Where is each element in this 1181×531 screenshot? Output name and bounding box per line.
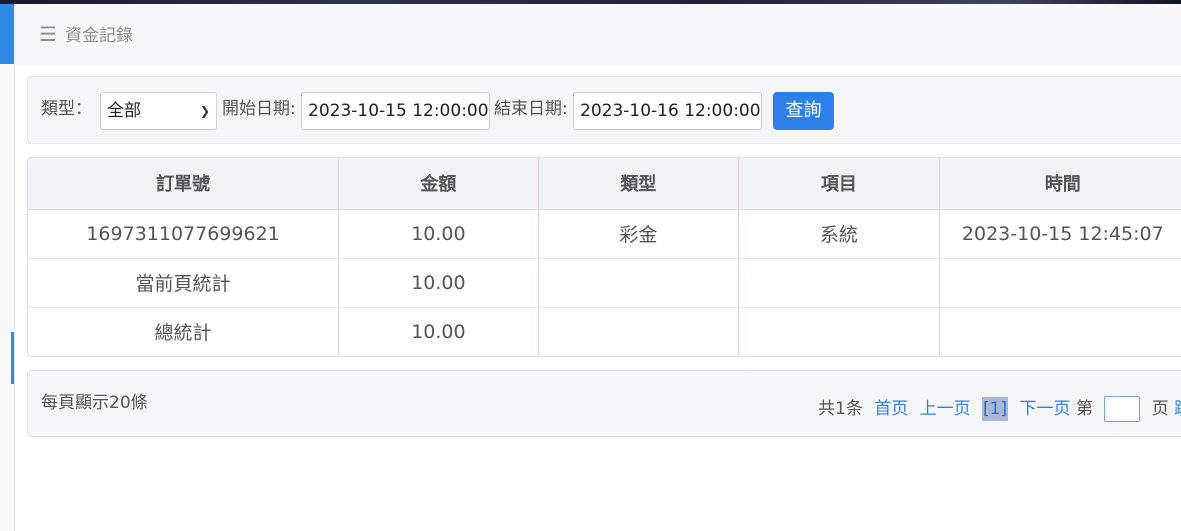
- chevron-down-icon: ❯: [199, 104, 210, 118]
- sidebar-accent-top: [0, 4, 14, 64]
- per-page-text: 每頁顯示20條: [41, 393, 148, 413]
- goto-suffix: 页: [1151, 399, 1169, 419]
- records-table-grid: 訂單號 金額 類型 項目 時間 1697311077699621 10.00 彩…: [28, 158, 1181, 356]
- filter-panel: 類型： 全部 ❯ 開始日期: 2023-10-15 12:00:00 結束日期:…: [27, 76, 1181, 144]
- cell-item: 系統: [738, 209, 940, 259]
- cell-time: 2023-10-15 12:45:07: [938, 209, 1181, 259]
- col-header-time: 時間: [938, 158, 1181, 210]
- cell-type: 彩金: [537, 209, 739, 259]
- cell-label: 總統計: [154, 322, 212, 345]
- records-table: 訂單號 金額 類型 項目 時間 1697311077699621 10.00 彩…: [27, 157, 1181, 357]
- table-header-row: 訂單號 金額 類型 項目 時間: [28, 158, 1181, 210]
- cell-amount: 10.00: [338, 307, 539, 356]
- sidebar-active-indicator: [11, 332, 14, 384]
- col-header-amount: 金額: [338, 158, 539, 210]
- table-row: 1697311077699621 10.00 彩金 系統 2023-10-15 …: [28, 209, 1181, 259]
- query-button[interactable]: 查詢: [773, 92, 834, 130]
- current-page[interactable]: [1]: [982, 397, 1009, 421]
- type-select[interactable]: 全部 ❯: [100, 92, 217, 130]
- table-row-grand-total: 總統計 10.00: [28, 307, 1181, 356]
- page-title: 資金記錄: [65, 26, 133, 46]
- start-date-label: 開始日期:: [222, 99, 296, 119]
- cell-item: [738, 258, 940, 308]
- table-row-page-subtotal: 當前頁統計 10.00: [28, 258, 1181, 308]
- cell-type: [537, 258, 739, 308]
- hamburger-icon[interactable]: ☰: [39, 22, 57, 46]
- goto-prefix: 第: [1075, 399, 1093, 419]
- pagination-panel: 每頁顯示20條 共1条 首页 上一页 [1] 下一页 第 页 跳: [27, 370, 1181, 437]
- col-header-order-no: 訂單號: [28, 158, 339, 210]
- cell-time: [938, 307, 1181, 356]
- page-header: ☰ 資金記錄: [15, 4, 1181, 65]
- prev-page-link[interactable]: 上一页: [920, 396, 971, 422]
- total-count: 共1条: [818, 399, 863, 419]
- end-date-input[interactable]: 2023-10-16 12:00:00: [573, 92, 762, 130]
- end-date-label: 結束日期:: [494, 99, 568, 119]
- first-page-link[interactable]: 首页: [874, 396, 908, 422]
- cell-amount: 10.00: [338, 258, 539, 308]
- start-date-input[interactable]: 2023-10-15 12:00:00: [301, 92, 490, 130]
- cell-type: [537, 307, 739, 356]
- col-header-item: 項目: [738, 158, 940, 210]
- cell-order-no: 1697311077699621: [28, 209, 339, 259]
- pagination: 共1条 首页 上一页 [1] 下一页 第 页 跳: [818, 396, 1181, 422]
- cell-label: 當前頁統計: [28, 258, 339, 308]
- page-number-input[interactable]: [1104, 396, 1141, 422]
- col-header-type: 類型: [537, 158, 739, 210]
- type-select-value: 全部: [107, 101, 141, 121]
- type-label: 類型：: [41, 99, 92, 119]
- cell-amount: 10.00: [338, 209, 539, 259]
- cell-item: [738, 307, 940, 356]
- jump-link[interactable]: 跳: [1174, 396, 1181, 422]
- cell-time: [938, 258, 1181, 308]
- next-page-link[interactable]: 下一页: [1020, 396, 1071, 422]
- sidebar-collapsed: [0, 4, 15, 531]
